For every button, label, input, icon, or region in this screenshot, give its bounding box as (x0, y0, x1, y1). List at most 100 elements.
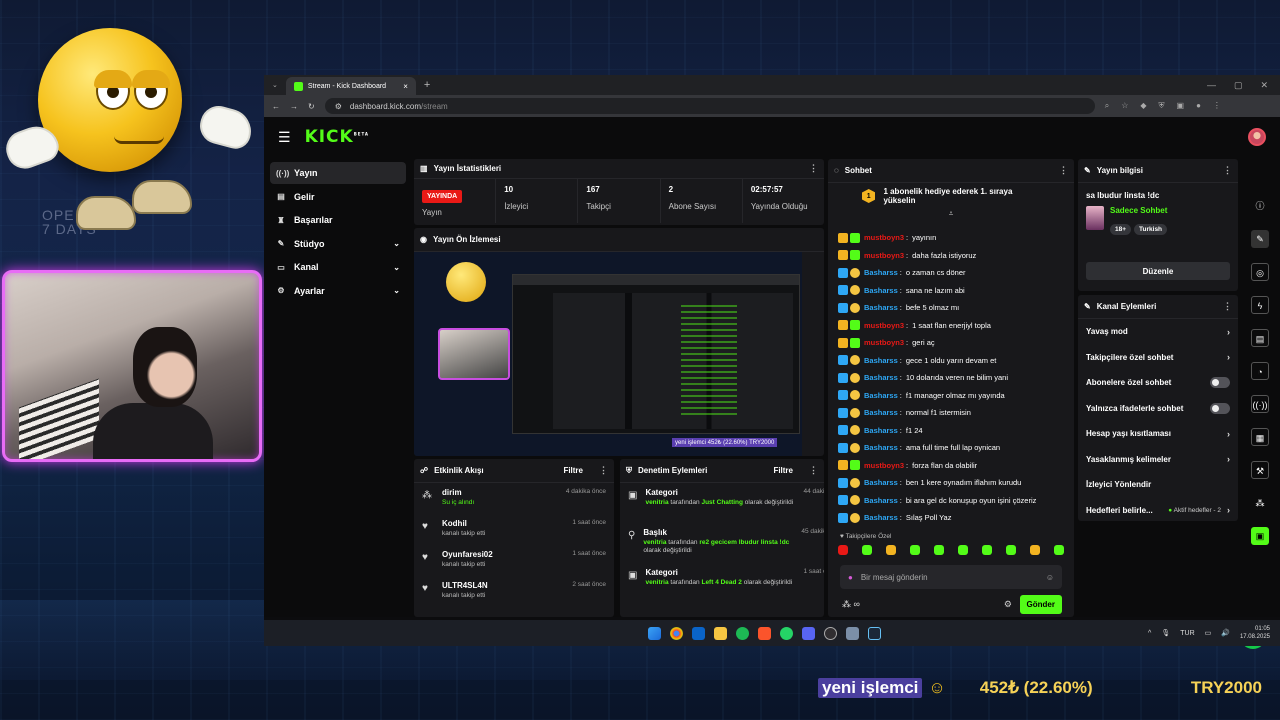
broadcast-icon[interactable]: ((·)) (1251, 395, 1269, 413)
kick-logo[interactable]: KICKBETA (305, 127, 369, 147)
new-tab-button[interactable]: + (424, 79, 430, 91)
chat-message[interactable]: mustboyn3:1 saat flan enerjiyl topla (838, 317, 1064, 335)
list-item[interactable]: ♥ ULTR4SL4N kanalı takip etti 2 saat önce (414, 576, 614, 607)
sidebar-item-basarilar[interactable]: ♜ Başarılar (270, 209, 406, 231)
chat-message[interactable]: Basharss: normal f1 istermisin (838, 404, 1064, 422)
chat-username[interactable]: mustboyn3 (864, 251, 904, 260)
tray-chevron-icon[interactable]: ^ (1148, 630, 1151, 637)
user-avatar[interactable] (1248, 128, 1266, 146)
emote-icon[interactable] (862, 545, 872, 555)
pinned-goal[interactable]: 11 abonelik hediye ederek 1. sıraya yüks… (828, 183, 1074, 209)
emote-icon[interactable] (1006, 545, 1016, 555)
chat-message[interactable]: mustboyn3: daha fazla istiyoruz (838, 247, 1064, 265)
list-item[interactable]: ⚲ Başlık venitria tarafından re2 gecicem l… (620, 523, 824, 563)
chat-message[interactable]: Basharss: ama full time full lap oynican (838, 439, 1064, 457)
edit-icon[interactable]: ✎ (1251, 230, 1269, 248)
profile-icon[interactable]: ● (1196, 101, 1201, 111)
list-item[interactable]: ⁂ dirim Su iç alındı 4 dakika önce (414, 483, 614, 514)
chat-username[interactable]: Basharss (864, 513, 898, 522)
emote-icon[interactable] (1030, 545, 1040, 555)
shield-icon[interactable]: ⛨ (1159, 101, 1165, 111)
emote-icon[interactable] (958, 545, 968, 555)
more-options-icon[interactable]: ⋮ (599, 465, 608, 476)
chat-username[interactable]: mustboyn3 (864, 461, 904, 470)
close-window-icon[interactable]: ✕ (1260, 80, 1268, 91)
chat-username[interactable]: Basharss (864, 286, 898, 295)
chat-username[interactable]: Basharss (864, 408, 898, 417)
site-info-icon[interactable]: ⚙ (335, 102, 342, 111)
collapse-icon[interactable]: ⩡ (828, 209, 1074, 219)
chat-message[interactable]: Basharss: f1 24 (838, 422, 1064, 440)
spotify-icon[interactable] (736, 626, 749, 640)
chat-message[interactable]: Basharss: befe 5 olmaz mı (838, 299, 1064, 317)
forward-icon[interactable]: → (290, 102, 298, 111)
chat-message[interactable]: Basharss: ben 1 kere oynadım iflahım kuru… (838, 474, 1064, 492)
sidebar-item-kanal[interactable]: ▭ Kanal ⌄ (270, 256, 406, 278)
lightning-icon[interactable]: ϟ (1251, 296, 1269, 314)
volume-icon[interactable]: 🔊 (1221, 629, 1230, 637)
chrome-icon[interactable] (670, 626, 683, 640)
chat-message[interactable]: mustboyn3: forza flan da olabilir (838, 457, 1064, 475)
emoji-picker-icon[interactable]: ☺ (1046, 573, 1054, 582)
sidebar-item-ayarlar[interactable]: ⚙ Ayarlar ⌄ (270, 280, 406, 302)
minimize-icon[interactable]: — (1207, 80, 1216, 91)
filter-button[interactable]: Filtre (563, 466, 583, 475)
whatsapp-icon[interactable] (780, 626, 793, 640)
puzzle-icon[interactable]: ▣ (1177, 101, 1185, 111)
chat-username[interactable]: Basharss (864, 303, 898, 312)
extension-icon[interactable]: ◆ (1140, 101, 1146, 111)
document-icon[interactable]: ▤ (1251, 329, 1269, 347)
action-goals[interactable]: Hedefleri belirle... ● Aktif hedefler - 2… (1078, 498, 1238, 522)
chat-message[interactable]: Basharss: gece 1 oldu yarın devam et (838, 352, 1064, 370)
chat-username[interactable]: Basharss (864, 426, 898, 435)
language-indicator[interactable]: TUR (1180, 630, 1194, 637)
list-item[interactable]: ♥ Oyunfaresi02 kanalı takip etti 1 saat önc… (414, 545, 614, 576)
emote-icon[interactable] (838, 545, 848, 555)
chat-username[interactable]: Basharss (864, 356, 898, 365)
sidebar-item-studyo[interactable]: ✎ Stüdyo ⌄ (270, 233, 406, 255)
chat-message[interactable]: Basharss: sana ne lazım abi (838, 282, 1064, 300)
emote-icon[interactable] (910, 545, 920, 555)
info-icon[interactable]: ⓘ (1251, 197, 1269, 215)
edit-button[interactable]: Düzenle (1086, 262, 1230, 280)
send-button[interactable]: Gönder (1019, 595, 1062, 614)
chat-messages[interactable]: mustboyn3: yayının mustboyn3: daha fazla is… (828, 229, 1074, 529)
chat-tools-icon[interactable]: ⁂ ∞ (842, 599, 860, 610)
toggle-switch[interactable] (1210, 377, 1230, 389)
chat-username[interactable]: Basharss (864, 391, 898, 400)
outlook-icon[interactable] (692, 626, 705, 640)
chat-username[interactable]: mustboyn3 (864, 321, 904, 330)
wrench-icon[interactable]: ⚒ (1251, 461, 1269, 479)
hamburger-menu-icon[interactable]: ☰ (278, 129, 291, 146)
chat-settings-icon[interactable]: ⚙ (1004, 599, 1012, 610)
share-icon[interactable]: ⁂ (1251, 494, 1269, 512)
clock[interactable]: 01:05 17.08.2025 (1240, 625, 1270, 641)
chat-message[interactable]: Basharss: f1 manager olmaz mı yayında (838, 387, 1064, 405)
chat-message[interactable]: mustboyn3: geri aç (838, 334, 1064, 352)
chat-username[interactable]: mustboyn3 (864, 233, 904, 242)
more-options-icon[interactable]: ⋮ (1059, 165, 1068, 176)
list-item[interactable]: ▣ Kategori venitria tarafından Left 4 Dead… (620, 563, 824, 603)
chat-username[interactable]: mustboyn3 (864, 338, 904, 347)
chat-message[interactable]: Basharss: Sılaş Poll Yaz (838, 509, 1064, 527)
action-raid[interactable]: İzleyici Yönlendir (1078, 472, 1238, 498)
steam-icon[interactable] (868, 626, 881, 640)
chat-username[interactable]: Basharss (864, 268, 898, 277)
browser-tab[interactable]: Stream - Kick Dashboard × (285, 77, 416, 95)
chat-message[interactable]: Basharss: o zaman cs döner (838, 264, 1064, 282)
close-tab-icon[interactable]: × (403, 82, 408, 91)
chat-bubble-icon[interactable]: ◔ (1251, 362, 1269, 380)
emote-icon[interactable] (934, 545, 944, 555)
chat-message[interactable]: mustboyn3: yayının (838, 229, 1064, 247)
emote-icon[interactable] (1054, 545, 1064, 555)
more-options-icon[interactable]: ⋮ (809, 163, 818, 174)
chat-username[interactable]: Basharss (864, 496, 898, 505)
chat-username[interactable]: Basharss (864, 373, 898, 382)
list-item[interactable]: ▣ Kategori venitria tarafından Just Chatti… (620, 483, 824, 523)
chat-input[interactable]: ● Bir mesaj gönderin ☺ (840, 565, 1062, 589)
mic-icon[interactable]: 🎙 (1161, 629, 1170, 637)
action-slow-mode[interactable]: Yavaş mod › (1078, 319, 1238, 345)
chat-message[interactable]: Basharss: bi ara gel dc konuşup oyun işin… (838, 492, 1064, 510)
server-icon[interactable]: ▦ (1251, 428, 1269, 446)
mic-icon[interactable]: ● (848, 573, 853, 582)
